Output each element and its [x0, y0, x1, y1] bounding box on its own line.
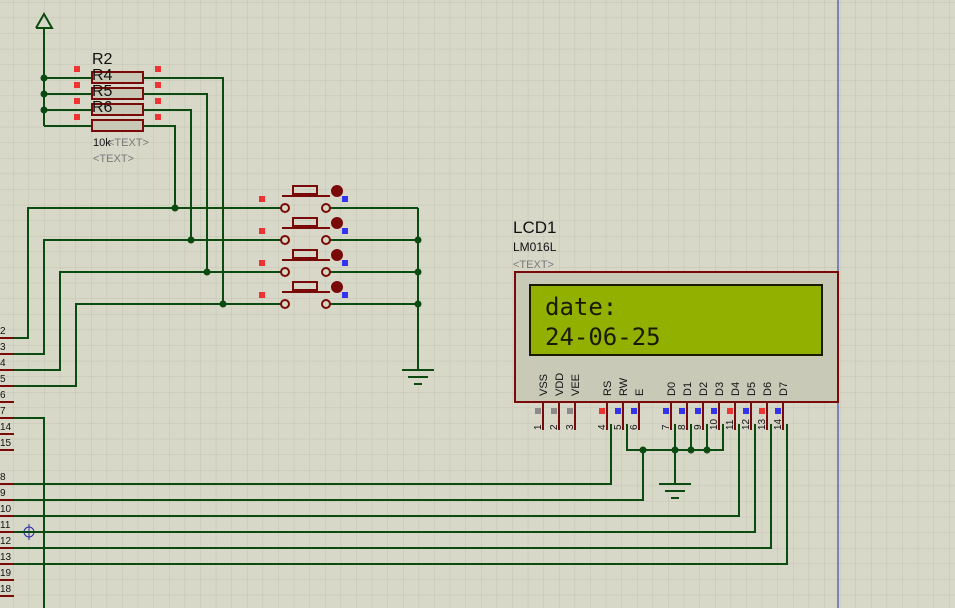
mcu-pin-number: 5: [0, 374, 6, 385]
mcu-pin-number: 7: [0, 406, 6, 417]
button-pin-marker: [259, 196, 265, 202]
lcd-pin-name: E: [634, 389, 646, 396]
button-pin-marker: [259, 260, 265, 266]
lcd-pin-name: D5: [746, 382, 758, 396]
lcd-pin-state-marker: [551, 408, 557, 414]
lcd-line-2: 24-06-25: [545, 323, 661, 351]
mcu-pin-number: 9: [0, 488, 6, 499]
resistor-label-r6: R6: [92, 99, 113, 116]
lcd-pin-number: 1: [533, 424, 544, 430]
lcd-pin-state-marker: [775, 408, 781, 414]
lcd-pin-number: 8: [677, 424, 688, 430]
lcd-pin-name: D0: [666, 382, 678, 396]
lcd-pin-state-marker: [535, 408, 541, 414]
lcd-pin-state-marker: [631, 408, 637, 414]
lcd-pin-name: VDD: [554, 373, 566, 396]
lcd-pin-state-marker: [711, 408, 717, 414]
mcu-pin-number: 14: [0, 422, 12, 433]
lcd-pin-name: VEE: [570, 374, 582, 396]
button-pin-marker: [342, 228, 348, 234]
mcu-pin-number: 18: [0, 584, 12, 595]
lcd-pin-number: 13: [757, 418, 768, 430]
mcu-pin-number: 8: [0, 472, 6, 483]
mcu-pin-number: 10: [0, 504, 12, 515]
lcd-pin-state-marker: [599, 408, 605, 414]
lcd-pin-name: D3: [714, 382, 726, 396]
lcd-pin-number: 4: [597, 424, 608, 430]
button-pin-marker: [342, 260, 348, 266]
mcu-pin-number: 15: [0, 438, 12, 449]
resistor-text-placeholder: <TEXT>: [108, 137, 149, 149]
lcd-pin-state-marker: [663, 408, 669, 414]
resistor-label-r4: R4: [92, 67, 113, 84]
lcd-pin-number: 11: [725, 419, 736, 430]
lcd-pin-state-marker: [759, 408, 765, 414]
lcd-pin-number: 5: [613, 424, 624, 430]
lcd-pin-number: 3: [565, 424, 576, 430]
lcd-pin-number: 2: [549, 424, 560, 430]
lcd-pin-name: D1: [682, 382, 694, 396]
resistor-labels: R2 R4 R5 R6: [92, 51, 113, 116]
mcu-pin-number: 4: [0, 358, 6, 369]
lcd-pin-name: D7: [778, 382, 790, 396]
lcd-pin-name: D4: [730, 382, 742, 396]
lcd-pin-name: D2: [698, 382, 710, 396]
button-pin-marker: [259, 228, 265, 234]
lcd-pin-number: 9: [693, 424, 704, 430]
button-pin-marker: [259, 292, 265, 298]
lcd-pin-state-marker: [615, 408, 621, 414]
mcu-pin-number: 6: [0, 390, 6, 401]
lcd-labels: LCD1 LM016L <TEXT>: [513, 218, 557, 271]
lcd-pin-state-marker: [743, 408, 749, 414]
mcu-pin-number: 3: [0, 342, 6, 353]
button-pin-marker: [342, 196, 348, 202]
lcd-pin-number: 14: [773, 418, 784, 430]
button-pin-marker: [342, 292, 348, 298]
lcd-text-placeholder: <TEXT>: [513, 259, 554, 271]
resistor-junctions: [40, 74, 48, 114]
lcd-pin-number: 10: [709, 418, 720, 430]
mcu-pin-number: 11: [0, 520, 11, 531]
lcd-pin-name: RS: [602, 381, 614, 396]
lcd-model-label: LM016L: [513, 240, 557, 254]
mcu-pin-number: 12: [0, 536, 12, 547]
lcd-line-1: date:: [545, 293, 617, 321]
resistor-label-r5: R5: [92, 83, 113, 100]
lcd-pin-state-marker: [695, 408, 701, 414]
resistor-text-placeholder: <TEXT>: [93, 153, 134, 165]
resistor-label-r2: R2: [92, 51, 113, 68]
mcu-pin-number: 13: [0, 552, 12, 563]
mcu-pin-number: 19: [0, 568, 12, 579]
lcd-pin-state-marker: [567, 408, 573, 414]
lcd-pin-number: 7: [661, 424, 672, 430]
lcd-reference-label: LCD1: [513, 218, 556, 237]
lcd-pin-state-marker: [727, 408, 733, 414]
lcd-pin-number: 6: [629, 424, 640, 430]
schematic-canvas[interactable]: R2 R4 R5 R6 10k <TEXT> <TEXT> 2 3 4 5 6 …: [0, 0, 955, 608]
lcd-pin-name: D6: [762, 382, 774, 396]
lcd-pin-state-marker: [679, 408, 685, 414]
lcd-pin-number: 12: [741, 418, 752, 430]
mcu-pin-number: 2: [0, 326, 6, 337]
lcd-pin-name: RW: [618, 377, 630, 396]
resistor-r6[interactable]: [91, 119, 144, 132]
lcd-pin-name: VSS: [538, 374, 550, 396]
